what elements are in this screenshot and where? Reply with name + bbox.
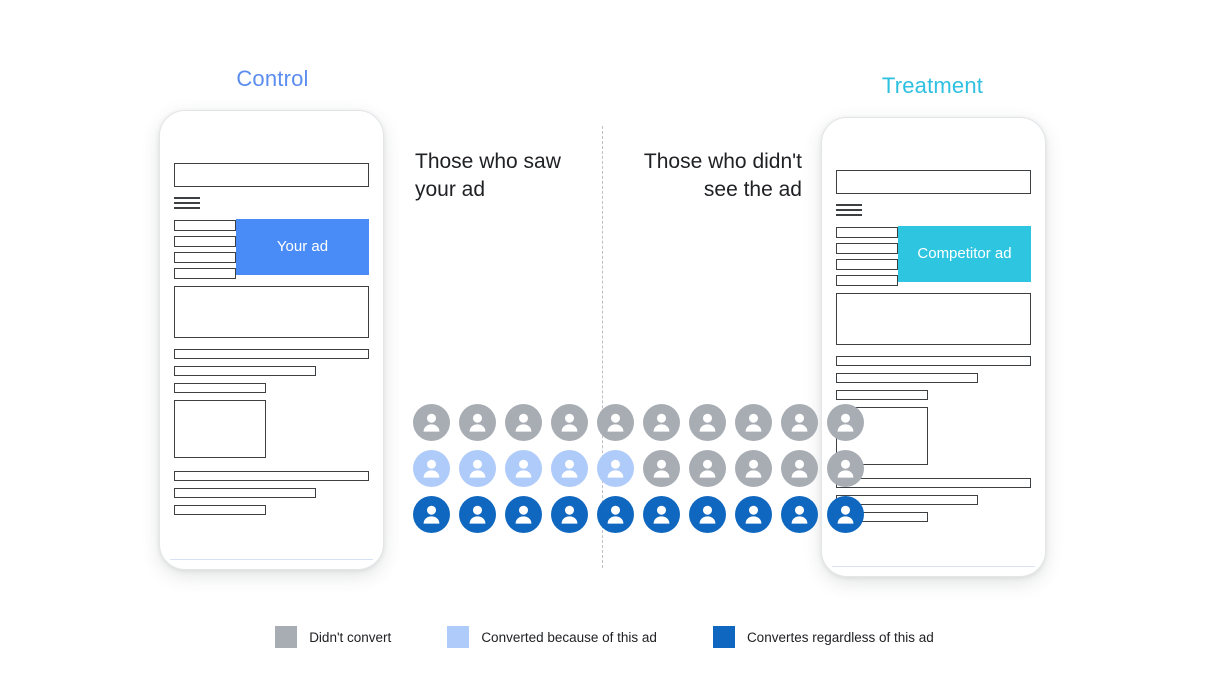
- person-icon-didnt-convert: [505, 404, 542, 441]
- person-icon-converted-because: [597, 450, 634, 487]
- control-phone-mockup: Your ad: [159, 110, 384, 570]
- hamburger-icon[interactable]: [174, 197, 200, 209]
- people-grid: [413, 404, 864, 533]
- placeholder-line: [836, 242, 898, 254]
- person-icon-didnt-convert: [551, 404, 588, 441]
- content-hero-block: [174, 285, 369, 338]
- hamburger-line: [174, 207, 200, 209]
- ad-side-lines: [836, 226, 898, 286]
- hamburger-line: [836, 209, 862, 211]
- control-column-title: Control: [236, 66, 309, 91]
- legend-item: Didn't convert: [275, 626, 391, 648]
- placeholder-line: [174, 219, 236, 231]
- legend-label: Converted because of this ad: [481, 629, 657, 645]
- person-icon-didnt-convert: [643, 404, 680, 441]
- ad-slot-row: Your ad: [174, 218, 369, 279]
- hamburger-line: [174, 197, 200, 199]
- legend: Didn't convert Converted because of this …: [0, 626, 1209, 648]
- caption-saw-ad: Those who saw your ad: [415, 150, 561, 201]
- placeholder-line: [174, 267, 236, 279]
- ad-slot-row: Competitor ad: [836, 225, 1031, 286]
- content-thumbnail-block: [174, 399, 266, 458]
- treatment-column-title: Treatment: [881, 73, 984, 98]
- person-icon-didnt-convert: [781, 450, 818, 487]
- person-icon-converted-because: [551, 450, 588, 487]
- legend-label: Didn't convert: [309, 629, 392, 645]
- person-icon-didnt-convert: [597, 404, 634, 441]
- person-icon-didnt-convert: [689, 450, 726, 487]
- person-icon-converted-regardless: [735, 496, 772, 533]
- person-icon-converted-because: [413, 450, 450, 487]
- placeholder-line: [836, 274, 898, 286]
- legend-swatch: [275, 626, 298, 648]
- person-icon-converted-regardless: [413, 496, 450, 533]
- legend-item: Convertes regardless of this ad: [712, 626, 934, 648]
- diagram-canvas: Control Treatment Your ad Competitor ad …: [0, 0, 1209, 680]
- person-icon-converted-regardless: [689, 496, 726, 533]
- placeholder-line: [836, 372, 979, 383]
- person-icon-converted-regardless: [459, 496, 496, 533]
- content-hero-block: [836, 292, 1031, 345]
- placeholder-line: [836, 389, 928, 400]
- search-bar-placeholder: [174, 163, 369, 187]
- person-icon-didnt-convert: [735, 404, 772, 441]
- person-icon-didnt-convert: [827, 404, 864, 441]
- legend-swatch: [447, 626, 470, 648]
- hamburger-line: [836, 204, 862, 206]
- placeholder-line: [174, 470, 369, 481]
- people-row: [413, 496, 864, 533]
- placeholder-line: [174, 365, 317, 376]
- placeholder-line: [174, 348, 369, 359]
- placeholder-line: [174, 235, 236, 247]
- legend-item: Converted because of this ad: [447, 626, 657, 648]
- person-icon-didnt-convert: [413, 404, 450, 441]
- placeholder-line: [174, 504, 266, 515]
- person-icon-didnt-convert: [643, 450, 680, 487]
- placeholder-line: [174, 251, 236, 263]
- person-icon-converted-regardless: [781, 496, 818, 533]
- person-icon-didnt-convert: [735, 450, 772, 487]
- person-icon-didnt-convert: [827, 450, 864, 487]
- person-icon-converted-regardless: [505, 496, 542, 533]
- hamburger-line: [836, 214, 862, 216]
- person-icon-converted-regardless: [827, 496, 864, 533]
- placeholder-line: [836, 258, 898, 270]
- legend-swatch: [712, 626, 735, 648]
- caption-did-not-see-ad: Those who didn't see the ad: [643, 150, 802, 201]
- person-icon-didnt-convert: [689, 404, 726, 441]
- person-icon-converted-regardless: [551, 496, 588, 533]
- person-icon-didnt-convert: [781, 404, 818, 441]
- person-icon-converted-because: [459, 450, 496, 487]
- placeholder-line: [174, 382, 266, 393]
- ad-side-lines: [174, 219, 236, 279]
- person-icon-converted-because: [505, 450, 542, 487]
- placeholder-line: [836, 355, 1031, 366]
- people-row: [413, 404, 864, 441]
- hamburger-icon[interactable]: [836, 204, 862, 216]
- competitor-ad-banner[interactable]: Competitor ad: [898, 225, 1031, 282]
- placeholder-line: [836, 477, 1031, 488]
- hamburger-line: [174, 202, 200, 204]
- people-row: [413, 450, 864, 487]
- placeholder-line: [836, 226, 898, 238]
- person-icon-converted-regardless: [643, 496, 680, 533]
- control-phone-screen: Your ad: [160, 111, 383, 569]
- legend-label: Convertes regardless of this ad: [746, 629, 934, 645]
- person-icon-didnt-convert: [459, 404, 496, 441]
- search-bar-placeholder: [836, 170, 1031, 194]
- placeholder-line: [174, 487, 317, 498]
- person-icon-converted-regardless: [597, 496, 634, 533]
- your-ad-banner[interactable]: Your ad: [236, 218, 369, 275]
